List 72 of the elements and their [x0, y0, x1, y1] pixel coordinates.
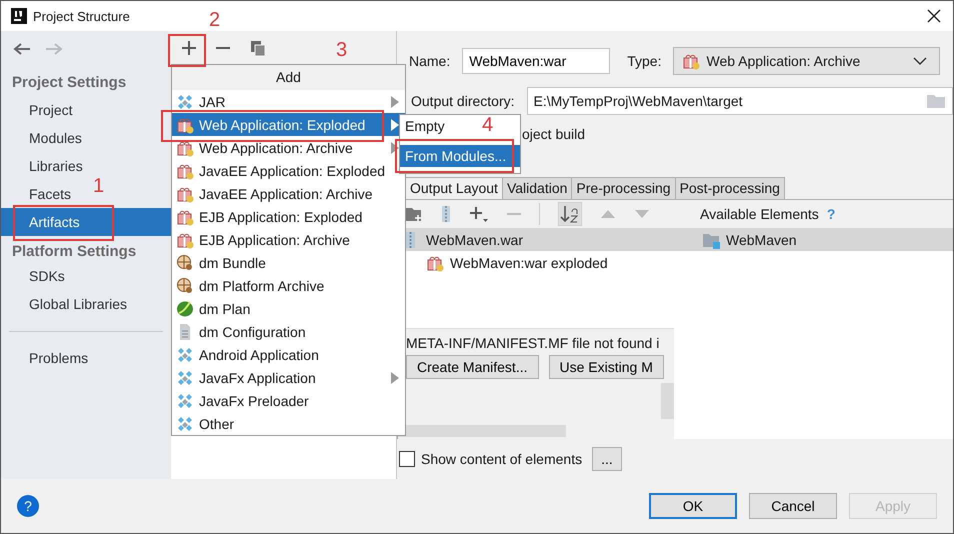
copy-icon[interactable]	[250, 40, 266, 56]
menu-item[interactable]: EJB Application: Exploded	[172, 205, 405, 228]
diamond-icon	[176, 414, 194, 432]
menu-item[interactable]: JavaFx Preloader	[172, 389, 405, 412]
available-elements-label: Available Elements	[700, 206, 819, 222]
add-dropdown-icon[interactable]	[469, 205, 489, 223]
sidebar-item[interactable]: Modules	[1, 124, 86, 152]
globe-icon	[176, 276, 194, 294]
leaf-icon	[176, 300, 194, 318]
dialog-button[interactable]: OK	[649, 493, 737, 519]
menu-item[interactable]: From Modules...	[400, 145, 520, 167]
output-directory-field[interactable]: E:\MyTempProj\WebMaven\target	[526, 87, 953, 115]
archive-icon[interactable]	[441, 205, 451, 223]
checkbox[interactable]	[399, 451, 415, 467]
add-icon[interactable]	[182, 40, 196, 54]
type-label: Type:	[627, 53, 662, 69]
highlight-frame	[168, 34, 206, 67]
name-field[interactable]: WebMaven:war	[462, 48, 610, 74]
window-title: Project Structure	[33, 8, 130, 24]
annotation-number: 2	[209, 9, 220, 32]
menu-item[interactable]: JavaEE Application: Archive	[172, 182, 405, 205]
menu-item[interactable]: dm Plan	[172, 297, 405, 320]
build-option-label: oject build	[522, 126, 586, 142]
sidebar-item[interactable]: Artifacts	[1, 208, 171, 236]
diamond-icon	[176, 92, 194, 110]
menu-item[interactable]: dm Platform Archive	[172, 274, 405, 297]
sidebar-item[interactable]: Project	[1, 96, 77, 124]
section-heading: Platform Settings	[11, 242, 138, 262]
new-folder-icon[interactable]	[405, 206, 423, 222]
menu-item[interactable]: dm Configuration	[172, 320, 405, 343]
globe-icon	[176, 254, 194, 272]
manifest-button[interactable]: Use Existing M	[548, 355, 664, 379]
checkbox-label: Show content of elements	[421, 451, 582, 467]
menu-item[interactable]: Web Application: Exploded	[172, 113, 405, 136]
chevron-down-icon	[913, 57, 928, 65]
menu-item[interactable]: Android Application	[172, 343, 405, 366]
manifest-warning: META-INF/MANIFEST.MF file not found i	[406, 335, 660, 351]
help-button[interactable]: ?	[17, 495, 39, 517]
menu-item[interactable]: JAR	[172, 90, 405, 113]
scrollbar[interactable]	[661, 383, 674, 419]
sidebar-item[interactable]: Problems	[1, 344, 92, 372]
back-arrow-icon[interactable]	[13, 42, 31, 56]
name-label: Name:	[409, 53, 450, 69]
diamond-icon	[176, 368, 194, 386]
tab[interactable]: Output Layout	[405, 177, 503, 199]
sidebar-item[interactable]: Facets	[1, 180, 76, 208]
annotation-number: 3	[336, 39, 348, 62]
sidebar-item[interactable]: SDKs	[1, 262, 69, 290]
menu-item[interactable]: JavaFx Application	[172, 366, 405, 389]
gift-icon	[682, 52, 700, 70]
menu-item[interactable]: Other	[172, 412, 405, 435]
diamond-icon	[176, 392, 194, 410]
output-directory-label: Output directory:	[411, 93, 514, 109]
annotation-number: 1	[93, 175, 104, 198]
tab[interactable]: Post-processing	[674, 177, 785, 199]
diamond-icon	[176, 346, 194, 364]
tab[interactable]: Pre-processing	[571, 177, 676, 199]
close-icon[interactable]	[927, 9, 941, 23]
available-element[interactable]: WebMaven	[674, 228, 953, 251]
sidebar-item[interactable]: Libraries	[1, 152, 87, 180]
scrollbar[interactable]	[398, 425, 566, 437]
app-logo-icon	[11, 8, 27, 24]
tab[interactable]: Validation	[502, 177, 572, 199]
type-dropdown[interactable]: Web Application: Archive	[673, 47, 940, 75]
annotation-number: 4	[482, 114, 494, 137]
section-heading: Project Settings	[11, 73, 128, 93]
menu-title: Add	[172, 65, 405, 90]
sidebar-item[interactable]: Global Libraries	[1, 290, 132, 318]
dialog-button[interactable]: Cancel	[749, 493, 837, 519]
more-button[interactable]: ...	[592, 447, 622, 471]
sort-icon[interactable]	[558, 202, 582, 226]
manifest-button[interactable]: Create Manifest...	[406, 355, 538, 379]
